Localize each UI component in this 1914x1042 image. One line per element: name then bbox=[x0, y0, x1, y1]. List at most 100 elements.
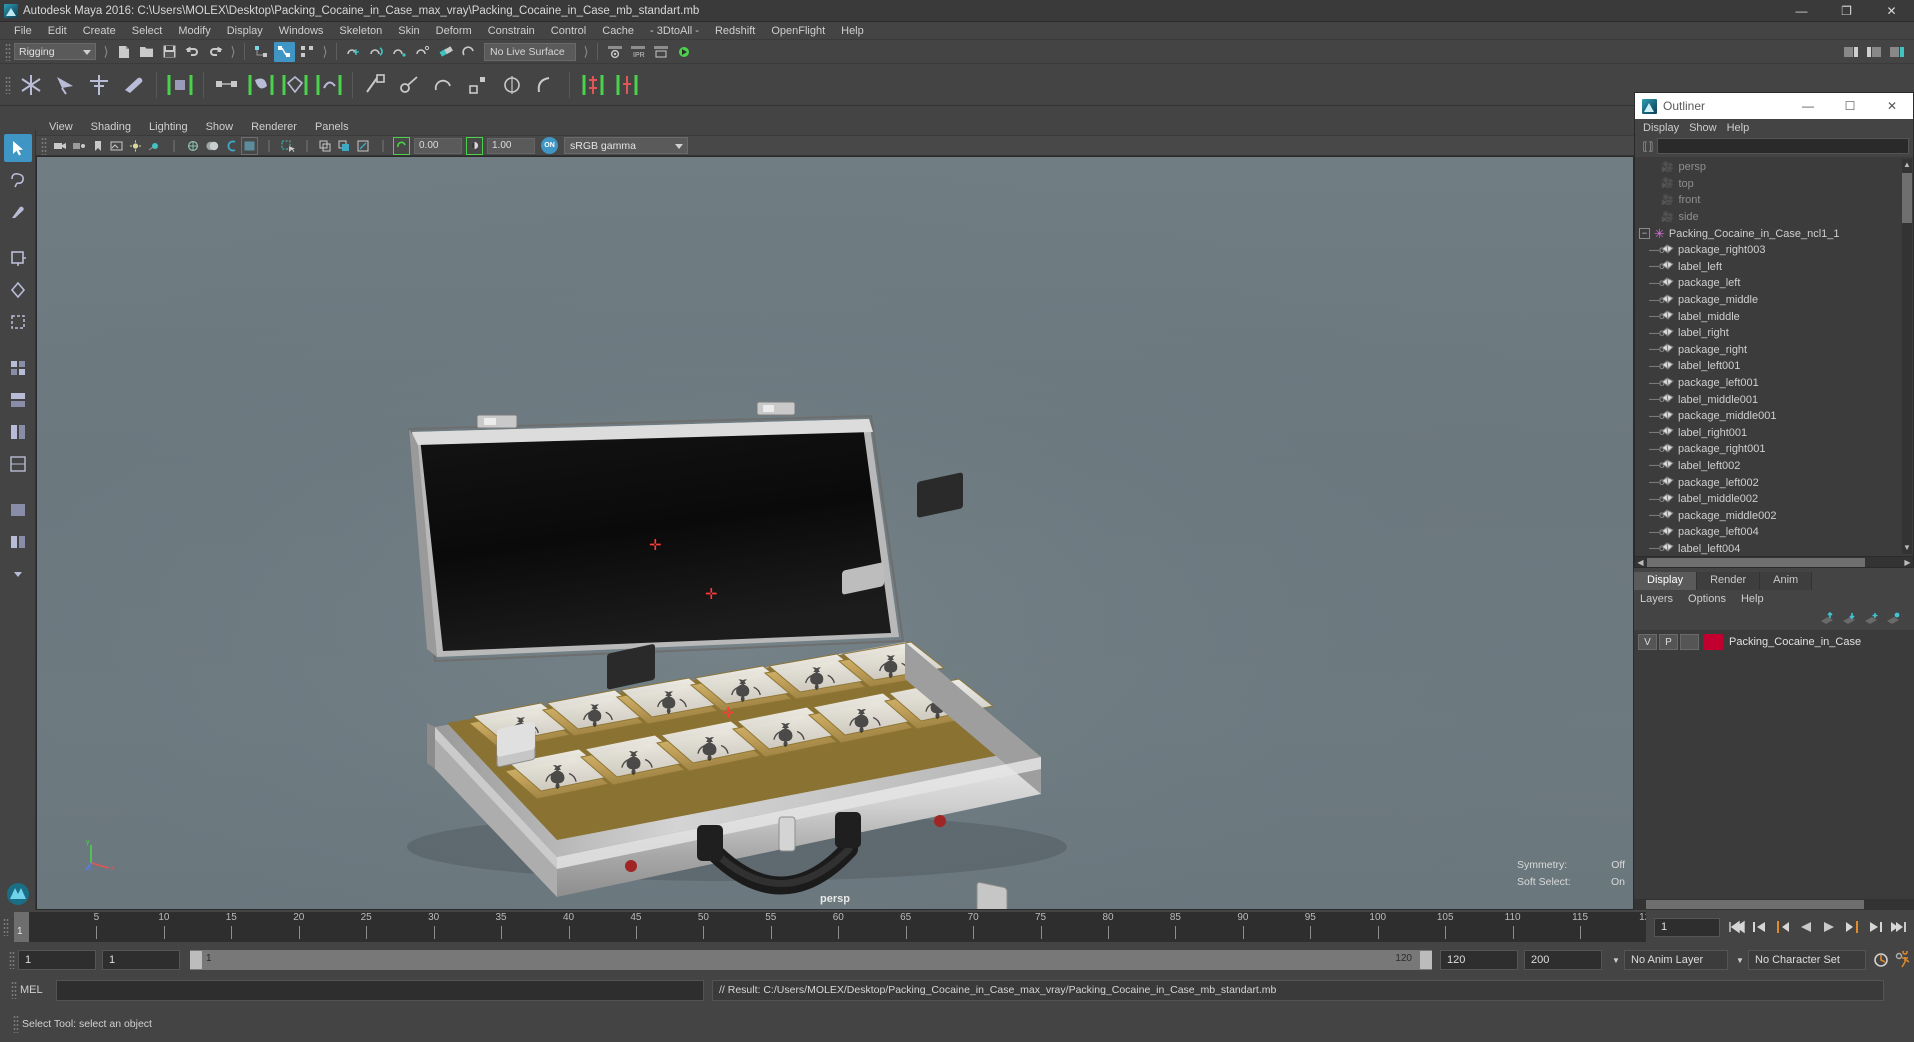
range-slider-bar[interactable]: 1 120 bbox=[190, 950, 1432, 970]
blend-shape-icon[interactable] bbox=[314, 69, 344, 101]
outliner-item-mesh[interactable]: —o package_left002 bbox=[1635, 474, 1913, 491]
outliner-item-mesh[interactable]: —o package_right003 bbox=[1635, 242, 1913, 259]
maya-home-icon[interactable] bbox=[4, 880, 32, 908]
viewport-menu-panels[interactable]: Panels bbox=[306, 121, 358, 133]
persp-graph-layout-icon[interactable] bbox=[4, 418, 32, 446]
layer-panel-horizontal-scrollbar[interactable] bbox=[1634, 899, 1914, 910]
outliner-item-mesh[interactable]: —o package_right001 bbox=[1635, 441, 1913, 458]
outliner-item-mesh[interactable]: —o label_right bbox=[1635, 325, 1913, 342]
outliner-item-mesh[interactable]: —o package_left004 bbox=[1635, 524, 1913, 541]
viewport-menu-renderer[interactable]: Renderer bbox=[242, 121, 306, 133]
maximize-icon[interactable]: ❐ bbox=[1824, 0, 1869, 22]
paint-weights-icon[interactable] bbox=[165, 69, 195, 101]
scale-constraint-icon[interactable] bbox=[463, 69, 493, 101]
select-by-object-type-icon[interactable] bbox=[274, 41, 295, 62]
step-forward-keyframe-icon[interactable] bbox=[1864, 916, 1885, 938]
minimize-icon[interactable]: — bbox=[1779, 0, 1824, 22]
command-language-label[interactable]: MEL bbox=[20, 984, 56, 996]
range-start-handle[interactable] bbox=[190, 951, 202, 969]
step-back-frame-icon[interactable] bbox=[1772, 916, 1793, 938]
command-line-gripper[interactable] bbox=[11, 981, 17, 999]
playback-start-field[interactable]: 1 bbox=[102, 950, 180, 970]
outliner-item-mesh[interactable]: —o package_right bbox=[1635, 342, 1913, 359]
joint-tool-icon[interactable] bbox=[16, 69, 46, 101]
render-current-frame-icon[interactable] bbox=[673, 42, 694, 62]
menu-deform[interactable]: Deform bbox=[428, 23, 480, 39]
outliner-item-persp[interactable]: 🎥 persp bbox=[1635, 159, 1913, 176]
snap-to-curve-icon[interactable] bbox=[366, 42, 387, 62]
mirror-skin-weights-icon[interactable] bbox=[612, 69, 642, 101]
undo-icon[interactable] bbox=[182, 42, 203, 62]
range-start-field[interactable]: 1 bbox=[18, 950, 96, 970]
four-view-layout-icon[interactable] bbox=[4, 354, 32, 382]
menu-skeleton[interactable]: Skeleton bbox=[331, 23, 390, 39]
move-tool-icon[interactable] bbox=[4, 244, 32, 272]
menu-cache[interactable]: Cache bbox=[594, 23, 642, 39]
create-layer-from-selected-icon[interactable] bbox=[1882, 610, 1904, 628]
bookmark-icon[interactable] bbox=[89, 137, 106, 155]
viewport-menu-view[interactable]: View bbox=[40, 121, 82, 133]
outliner-item-mesh[interactable]: —o package_left bbox=[1635, 275, 1913, 292]
smooth-shade-selected-icon[interactable] bbox=[222, 137, 239, 155]
outliner-horizontal-scrollbar[interactable]: ◀ ▶ bbox=[1635, 556, 1913, 567]
character-set-selector[interactable]: No Character Set bbox=[1748, 950, 1866, 970]
perspective-viewport[interactable]: ✛ ✛ ✛ y x z Symmetry: Off Soft Select: O… bbox=[36, 156, 1634, 910]
show-hide-render-view-icon[interactable] bbox=[604, 42, 625, 62]
outliner-item-mesh[interactable]: —o package_left001 bbox=[1635, 375, 1913, 392]
scrollbar-thumb[interactable] bbox=[1902, 173, 1912, 223]
outliner-menu-display[interactable]: Display bbox=[1643, 122, 1689, 134]
screen-space-ao-icon[interactable] bbox=[336, 137, 353, 155]
layer-color-swatch[interactable] bbox=[1703, 634, 1723, 650]
menu-modify[interactable]: Modify bbox=[170, 23, 218, 39]
menu-control[interactable]: Control bbox=[543, 23, 594, 39]
menu-redshift[interactable]: Redshift bbox=[707, 23, 763, 39]
collapse-toggle-icon[interactable]: − bbox=[1639, 228, 1650, 240]
ik-spline-handle-icon[interactable] bbox=[84, 69, 114, 101]
outliner-item-mesh[interactable]: —o package_middle001 bbox=[1635, 408, 1913, 425]
scroll-up-icon[interactable]: ▲ bbox=[1902, 159, 1912, 171]
gamma-toggle-icon[interactable] bbox=[466, 136, 483, 155]
tab-display[interactable]: Display bbox=[1634, 572, 1698, 590]
animation-end-field[interactable]: 200 bbox=[1524, 950, 1602, 970]
outliner-item-mesh[interactable]: —o label_left004 bbox=[1635, 541, 1913, 556]
outliner-item-top[interactable]: 🎥 top bbox=[1635, 176, 1913, 193]
light-shadows-icon[interactable] bbox=[146, 137, 163, 155]
outliner-item-mesh[interactable]: —o label_middle002 bbox=[1635, 491, 1913, 508]
layer-menu-help[interactable]: Help bbox=[1741, 593, 1779, 605]
ik-handle-tool-icon[interactable] bbox=[50, 69, 80, 101]
outliner-minimize-icon[interactable]: — bbox=[1787, 93, 1829, 119]
outliner-item-mesh[interactable]: —o label_left001 bbox=[1635, 358, 1913, 375]
motion-blur-icon[interactable] bbox=[355, 137, 372, 155]
close-icon[interactable]: ✕ bbox=[1869, 0, 1914, 22]
mirror-joint-icon[interactable] bbox=[578, 69, 608, 101]
menu-openflight[interactable]: OpenFlight bbox=[763, 23, 833, 39]
parent-constraint-icon[interactable] bbox=[361, 69, 391, 101]
point-constraint-icon[interactable] bbox=[395, 69, 425, 101]
step-forward-frame-icon[interactable] bbox=[1841, 916, 1862, 938]
menu-constrain[interactable]: Constrain bbox=[480, 23, 543, 39]
toggle-channel-box-icon[interactable] bbox=[1886, 42, 1907, 62]
menu-help[interactable]: Help bbox=[833, 23, 872, 39]
menu-windows[interactable]: Windows bbox=[271, 23, 332, 39]
scrollbar-thumb[interactable] bbox=[1646, 900, 1864, 909]
select-camera-icon[interactable] bbox=[51, 137, 68, 155]
outliner-item-mesh[interactable]: —o label_middle001 bbox=[1635, 391, 1913, 408]
layer-list[interactable]: V P Packing_Cocaine_in_Case bbox=[1634, 630, 1914, 899]
select-tool-icon[interactable] bbox=[3, 134, 32, 162]
outliner-close-icon[interactable]: ✕ bbox=[1871, 93, 1913, 119]
step-back-keyframe-icon[interactable] bbox=[1749, 916, 1770, 938]
select-by-component-icon[interactable] bbox=[297, 42, 318, 62]
scrollbar-thumb[interactable] bbox=[1647, 558, 1865, 567]
aim-constraint-icon[interactable] bbox=[497, 69, 527, 101]
two-sided-lighting-icon[interactable] bbox=[127, 137, 144, 155]
single-perspective-layout-icon[interactable] bbox=[4, 496, 32, 524]
viewport-toolbar-gripper[interactable] bbox=[41, 136, 47, 155]
play-forwards-icon[interactable] bbox=[1818, 916, 1839, 938]
select-by-hierarchy-icon[interactable] bbox=[251, 42, 272, 62]
two-pane-layout-icon[interactable] bbox=[4, 528, 32, 556]
go-to-end-icon[interactable] bbox=[1887, 916, 1908, 938]
outliner-search-input[interactable] bbox=[1657, 138, 1909, 154]
outliner-item-mesh[interactable]: —o label_left bbox=[1635, 259, 1913, 276]
menu-3dtoall[interactable]: - 3DtoAll - bbox=[642, 23, 707, 39]
play-backwards-icon[interactable] bbox=[1795, 916, 1816, 938]
